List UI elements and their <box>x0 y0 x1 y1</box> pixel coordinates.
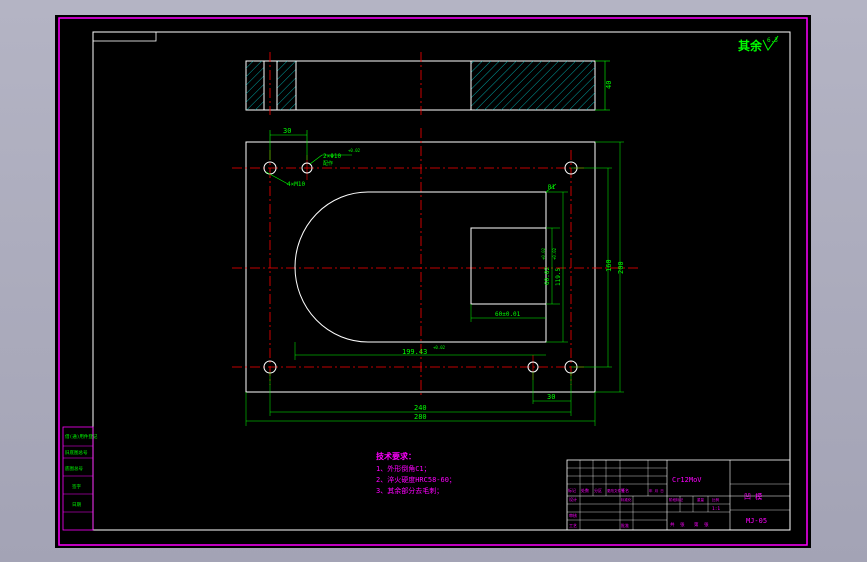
model-space-background <box>55 15 811 548</box>
dim-hole-note: 配作 <box>323 160 333 167</box>
title-sheet-cell: 张 <box>680 521 685 528</box>
dim-opening: 199.43 <box>402 348 427 356</box>
section-hatch-left-a <box>246 61 264 110</box>
dim-height-inner: 160 <box>605 259 613 272</box>
cad-drawing-sheet: 其余 6.3 40 30 2×Φ10 +0.02 配作 4×M10 60.02 … <box>55 15 811 548</box>
side-table-row: 日期 <box>72 502 81 508</box>
dim-hole-fit-tol: +0.02 <box>348 148 361 153</box>
dim-hole-offset: 30 <box>283 127 291 135</box>
cad-viewport: 其余 6.3 40 30 2×Φ10 +0.02 配作 4×M10 60.02 … <box>0 0 867 562</box>
title-role-cell: 重量 <box>697 497 705 502</box>
dim-slot-inner-tol: +0.02 <box>541 247 546 260</box>
title-header-cell: 年 月 日 <box>649 488 664 493</box>
side-table-row: 旧底图总号 <box>65 449 88 456</box>
roughness-value: 6.3 <box>767 37 778 44</box>
dim-hole-fit: 2×Φ10 <box>323 153 341 160</box>
dim-height-outer: 200 <box>617 261 625 274</box>
title-drawing-no: MJ-05 <box>746 517 767 525</box>
title-lower-cell: 工艺 <box>569 523 577 528</box>
title-sheet-cell: 第 <box>694 521 699 528</box>
dim-width-inner: 240 <box>414 404 427 412</box>
title-material: Cr12MoV <box>672 476 702 484</box>
dim-bottom-offset: 30 <box>547 393 555 401</box>
tech-req-item: 3、其余部分去毛刺； <box>376 486 443 495</box>
title-role-cell: 设计 <box>569 496 577 502</box>
tech-req-item: 2、淬火硬度HRC58-60； <box>376 475 456 484</box>
dim-section-height: 40 <box>605 81 613 89</box>
title-sheet-cell: 张 <box>704 521 709 528</box>
side-table-row: 签字 <box>72 483 81 490</box>
roughness-note: 其余 <box>738 38 763 53</box>
tech-req-item: 1、外形倒角C1； <box>376 464 431 473</box>
title-role-cell: 阶段标记 <box>669 497 683 502</box>
title-part-name: 凹 模 <box>744 492 762 501</box>
dim-thread: 4×M10 <box>287 181 305 188</box>
title-header-cell: 处数 <box>581 487 589 493</box>
title-lower-cell: 审核 <box>569 512 577 518</box>
dim-slot-outer: 119.5 <box>555 268 562 286</box>
dim-slot-outer-tol: +0.02 <box>552 247 557 260</box>
side-table-row: 借(通)用件登记 <box>65 433 98 440</box>
title-lower-cell: 批准 <box>621 522 629 528</box>
title-scale: 1:1 <box>712 506 720 512</box>
section-hatch-right <box>471 61 595 110</box>
dim-slot-width: 60±0.01 <box>495 311 521 318</box>
title-header-cell: 标记 <box>568 487 576 493</box>
title-header-cell: 分区 <box>594 487 602 493</box>
title-sheet-cell: 共 <box>670 521 675 528</box>
side-table-row: 底图总号 <box>65 465 83 472</box>
title-role-cell: 比例 <box>712 497 720 502</box>
tech-req-title: 技术要求： <box>376 451 416 461</box>
dim-opening-tol: +0.02 <box>433 345 446 350</box>
section-hatch-left-b <box>277 61 296 110</box>
title-role-cell: 标准化 <box>621 497 632 502</box>
dim-slot-inner: 60.02 <box>544 267 551 285</box>
dim-width-outer: 280 <box>414 413 427 421</box>
title-header-cell: 签名 <box>621 487 629 493</box>
